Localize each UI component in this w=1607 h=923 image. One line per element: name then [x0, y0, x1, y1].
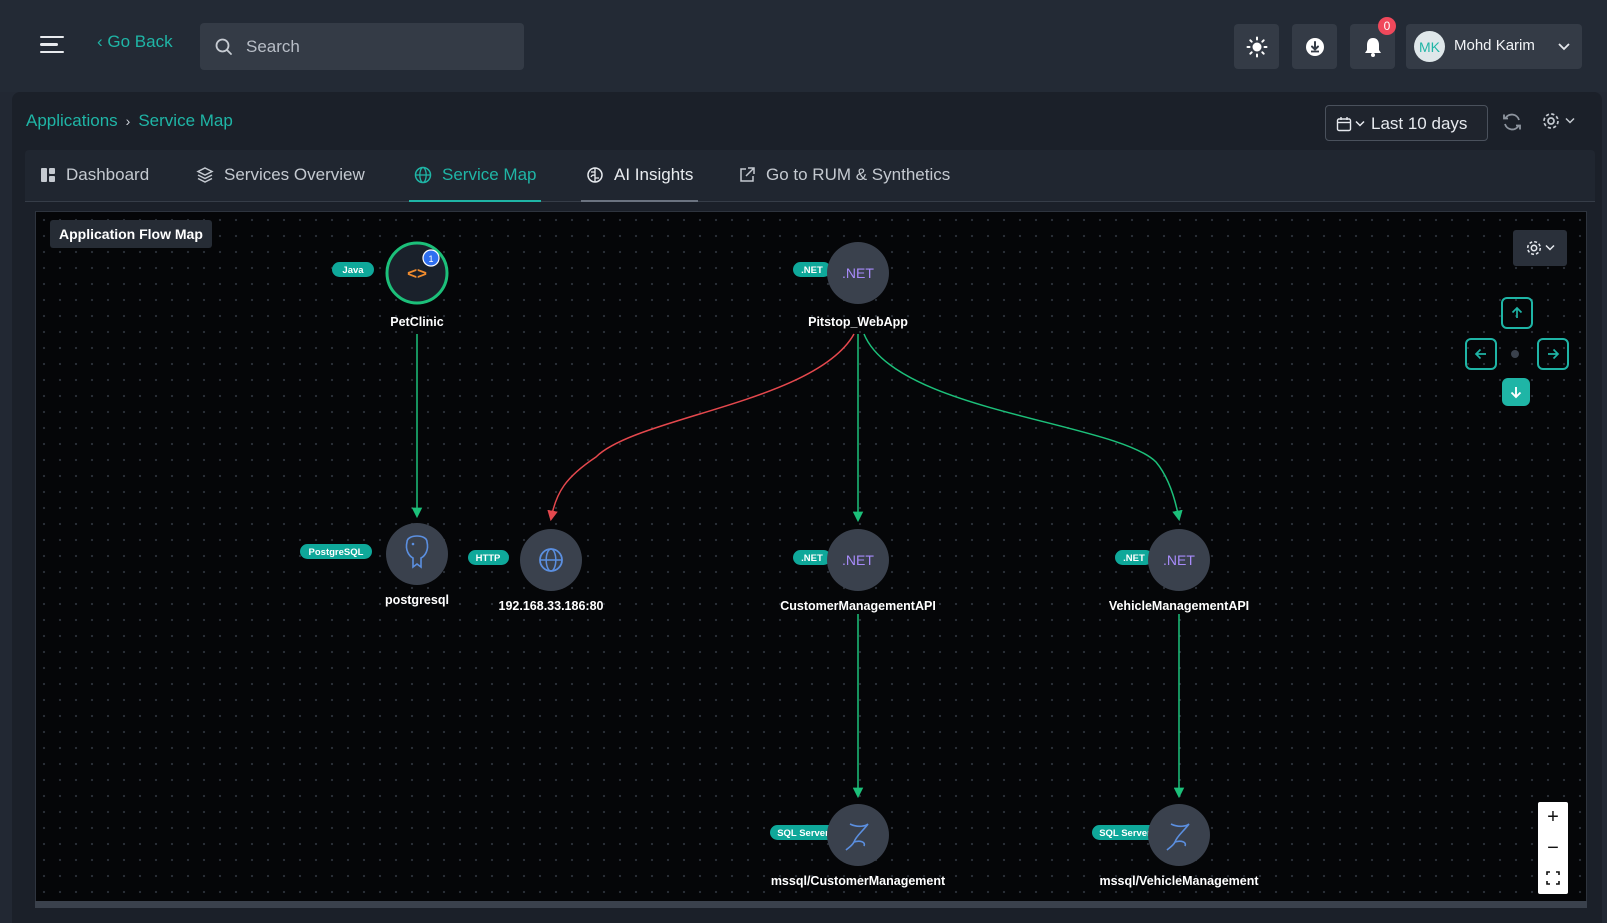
breadcrumb-current: Service Map [138, 111, 233, 130]
tab-rum-synthetics[interactable]: Go to RUM & Synthetics [738, 150, 950, 200]
arrow-right-icon [1548, 348, 1560, 360]
pan-up-button[interactable] [1501, 297, 1533, 329]
node-http-endpoint[interactable]: HTTP 192.168.33.186:80 [468, 529, 604, 613]
pan-left-button[interactable] [1465, 338, 1497, 370]
node-label: CustomerManagementAPI [780, 599, 936, 613]
edge-pitstop-http[interactable] [547, 333, 855, 522]
zoom-out-button[interactable]: − [1547, 838, 1559, 858]
top-bar: ‹ Go Back 0 MK Mohd Karim [0, 0, 1607, 92]
breadcrumb: Applications › Service Map [26, 111, 233, 131]
arrow-up-icon [1511, 306, 1523, 318]
search-input[interactable] [246, 23, 506, 70]
avatar: MK [1414, 31, 1445, 62]
breadcrumb-applications[interactable]: Applications [26, 111, 118, 131]
pan-center-dot[interactable] [1511, 350, 1519, 358]
tab-services-overview[interactable]: Services Overview [196, 150, 365, 200]
tech-tag-label: .NET [801, 553, 823, 564]
tab-label: Services Overview [224, 165, 365, 184]
go-back-link[interactable]: ‹ Go Back [97, 32, 173, 52]
user-menu[interactable]: MK Mohd Karim [1406, 24, 1582, 69]
map-settings-button[interactable] [1513, 230, 1567, 266]
tech-tag-label: HTTP [476, 553, 501, 564]
node-label: mssql/CustomerManagement [771, 874, 946, 888]
search-box[interactable] [200, 23, 524, 70]
chevron-down-icon [1545, 244, 1555, 251]
node-label: 192.168.33.186:80 [499, 599, 604, 613]
tab-label: Dashboard [66, 165, 150, 184]
tab-label: Service Map [442, 165, 537, 184]
flow-graph: Java <> 1 PetClinic .NET .NET Pitstop_We… [300, 241, 1259, 888]
node-mssql-customer-management[interactable]: SQL Server mssql/CustomerManagement [770, 804, 946, 888]
dotnet-icon: .NET [1163, 552, 1195, 568]
node-label: VehicleManagementAPI [1109, 599, 1249, 613]
tech-tag-label: SQL Server [777, 828, 829, 839]
tab-bar: Dashboard Services Overview Service Map … [25, 150, 1595, 202]
node-petclinic[interactable]: Java <> 1 PetClinic [332, 241, 449, 329]
node-mssql-vehicle-management[interactable]: SQL Server mssql/VehicleManagement [1092, 804, 1259, 888]
settings-dropdown[interactable] [1541, 111, 1575, 131]
menu-icon[interactable] [40, 36, 64, 56]
notification-badge: 0 [1378, 17, 1396, 35]
layers-icon [196, 167, 214, 183]
node-label: mssql/VehicleManagement [1099, 874, 1259, 888]
tab-service-map[interactable]: Service Map [408, 150, 542, 202]
code-icon: <> [407, 264, 427, 283]
pan-down-button[interactable] [1502, 378, 1530, 406]
theme-toggle-button[interactable] [1234, 24, 1279, 69]
zoom-in-button[interactable]: + [1547, 807, 1559, 827]
tech-tag-label: Java [342, 265, 364, 276]
gear-icon [1526, 240, 1542, 256]
tab-label: AI Insights [614, 165, 694, 184]
node-label: postgresql [385, 593, 449, 607]
tab-dashboard[interactable]: Dashboard [40, 150, 149, 200]
refresh-button[interactable] [1501, 111, 1523, 138]
bell-icon [1364, 37, 1381, 57]
search-icon [215, 38, 232, 55]
tech-tag-label: .NET [1123, 553, 1145, 564]
date-range-label: Last 10 days [1371, 114, 1468, 133]
fit-view-button[interactable] [1546, 869, 1560, 889]
download-button[interactable] [1292, 24, 1337, 69]
brain-icon [587, 167, 603, 183]
tech-tag-label: PostgreSQL [309, 547, 364, 558]
refresh-icon [1503, 113, 1521, 131]
node-label: Pitstop_WebApp [808, 315, 908, 329]
node-pitstop-webapp[interactable]: .NET .NET Pitstop_WebApp [793, 242, 908, 329]
tech-tag-label: SQL Server [1099, 828, 1151, 839]
download-icon [1305, 37, 1324, 56]
dashboard-icon [41, 168, 55, 182]
fullscreen-icon [1546, 870, 1560, 885]
pan-right-button[interactable] [1537, 338, 1569, 370]
user-name: Mohd Karim [1454, 37, 1535, 54]
go-back-label: Go Back [107, 32, 173, 51]
tech-tag-label: .NET [801, 265, 823, 276]
chevron-down-icon [1565, 117, 1575, 124]
chevron-down-icon [1355, 120, 1365, 127]
node-vehicle-management-api[interactable]: .NET .NET VehicleManagementAPI [1109, 529, 1249, 613]
node-customer-management-api[interactable]: .NET .NET CustomerManagementAPI [780, 529, 936, 613]
globe-icon [414, 166, 432, 184]
tab-label: Go to RUM & Synthetics [766, 165, 951, 184]
tab-ai-insights[interactable]: AI Insights [580, 150, 699, 202]
service-map-canvas[interactable]: Application Flow Map Java <> 1 PetClinic… [35, 211, 1587, 907]
horizontal-scrollbar[interactable] [35, 901, 1587, 908]
sun-icon [1246, 36, 1267, 57]
edge-pitstop-vehicle[interactable] [863, 333, 1183, 522]
arrow-down-icon [1510, 387, 1522, 399]
alert-count: 1 [428, 254, 433, 264]
node-postgresql[interactable]: PostgreSQL postgresql [300, 523, 449, 607]
dotnet-icon: .NET [842, 552, 874, 568]
date-range-picker[interactable]: Last 10 days [1325, 105, 1488, 141]
breadcrumb-separator-icon: › [125, 113, 131, 129]
calendar-icon [1336, 117, 1352, 132]
chevron-down-icon [1558, 43, 1570, 51]
zoom-controls: + − [1538, 802, 1568, 894]
node-label: PetClinic [390, 315, 444, 329]
dotnet-icon: .NET [842, 265, 874, 281]
external-link-icon [740, 167, 755, 182]
gear-icon [1543, 113, 1559, 129]
arrow-left-icon [1474, 348, 1486, 360]
